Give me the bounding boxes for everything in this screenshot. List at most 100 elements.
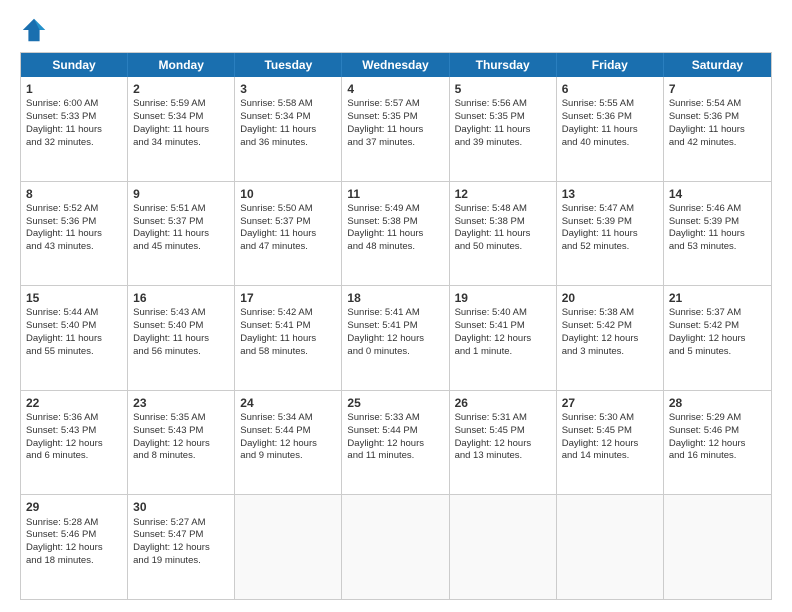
day-info-line: Sunset: 5:45 PM bbox=[562, 425, 658, 438]
day-info-line: Sunset: 5:37 PM bbox=[133, 216, 229, 229]
page: SundayMondayTuesdayWednesdayThursdayFrid… bbox=[0, 0, 792, 612]
day-info-line: Sunrise: 5:40 AM bbox=[455, 307, 551, 320]
day-number: 18 bbox=[347, 290, 443, 306]
day-cell-21: 21Sunrise: 5:37 AMSunset: 5:42 PMDayligh… bbox=[664, 286, 771, 390]
day-info-line: and 6 minutes. bbox=[26, 450, 122, 463]
day-info-line: and 37 minutes. bbox=[347, 137, 443, 150]
day-cell-9: 9Sunrise: 5:51 AMSunset: 5:37 PMDaylight… bbox=[128, 182, 235, 286]
day-info-line: and 34 minutes. bbox=[133, 137, 229, 150]
day-info-line: Sunset: 5:43 PM bbox=[133, 425, 229, 438]
calendar-row-3: 15Sunrise: 5:44 AMSunset: 5:40 PMDayligh… bbox=[21, 285, 771, 390]
calendar-row-5: 29Sunrise: 5:28 AMSunset: 5:46 PMDayligh… bbox=[21, 494, 771, 599]
day-info-line: Daylight: 12 hours bbox=[26, 542, 122, 555]
calendar-row-1: 1Sunrise: 6:00 AMSunset: 5:33 PMDaylight… bbox=[21, 77, 771, 181]
day-info-line: Sunrise: 5:30 AM bbox=[562, 412, 658, 425]
day-info-line: and 14 minutes. bbox=[562, 450, 658, 463]
day-info-line: Sunrise: 5:54 AM bbox=[669, 98, 766, 111]
day-cell-13: 13Sunrise: 5:47 AMSunset: 5:39 PMDayligh… bbox=[557, 182, 664, 286]
day-info-line: and 19 minutes. bbox=[133, 555, 229, 568]
day-info-line: and 39 minutes. bbox=[455, 137, 551, 150]
day-cell-6: 6Sunrise: 5:55 AMSunset: 5:36 PMDaylight… bbox=[557, 77, 664, 181]
header-day-tuesday: Tuesday bbox=[235, 53, 342, 77]
day-info-line: Sunset: 5:39 PM bbox=[562, 216, 658, 229]
day-info-line: Sunset: 5:44 PM bbox=[240, 425, 336, 438]
day-info-line: and 50 minutes. bbox=[455, 241, 551, 254]
day-info-line: Daylight: 11 hours bbox=[26, 228, 122, 241]
day-number: 2 bbox=[133, 81, 229, 97]
day-cell-24: 24Sunrise: 5:34 AMSunset: 5:44 PMDayligh… bbox=[235, 391, 342, 495]
day-cell-7: 7Sunrise: 5:54 AMSunset: 5:36 PMDaylight… bbox=[664, 77, 771, 181]
day-number: 3 bbox=[240, 81, 336, 97]
day-info-line: Sunset: 5:34 PM bbox=[240, 111, 336, 124]
day-cell-8: 8Sunrise: 5:52 AMSunset: 5:36 PMDaylight… bbox=[21, 182, 128, 286]
header-day-sunday: Sunday bbox=[21, 53, 128, 77]
day-info-line: and 11 minutes. bbox=[347, 450, 443, 463]
day-info-line: Sunset: 5:35 PM bbox=[347, 111, 443, 124]
day-cell-30: 30Sunrise: 5:27 AMSunset: 5:47 PMDayligh… bbox=[128, 495, 235, 599]
day-info-line: Daylight: 11 hours bbox=[455, 124, 551, 137]
day-info-line: Sunset: 5:41 PM bbox=[347, 320, 443, 333]
day-info-line: Sunrise: 5:38 AM bbox=[562, 307, 658, 320]
day-info-line: and 13 minutes. bbox=[455, 450, 551, 463]
day-number: 16 bbox=[133, 290, 229, 306]
day-info-line: Daylight: 12 hours bbox=[347, 438, 443, 451]
day-info-line: Sunset: 5:37 PM bbox=[240, 216, 336, 229]
day-number: 20 bbox=[562, 290, 658, 306]
day-info-line: Daylight: 12 hours bbox=[669, 438, 766, 451]
day-cell-3: 3Sunrise: 5:58 AMSunset: 5:34 PMDaylight… bbox=[235, 77, 342, 181]
day-number: 10 bbox=[240, 186, 336, 202]
day-info-line: Daylight: 11 hours bbox=[347, 228, 443, 241]
day-info-line: Sunset: 5:41 PM bbox=[240, 320, 336, 333]
day-info-line: Sunrise: 5:29 AM bbox=[669, 412, 766, 425]
header-day-thursday: Thursday bbox=[450, 53, 557, 77]
day-cell-28: 28Sunrise: 5:29 AMSunset: 5:46 PMDayligh… bbox=[664, 391, 771, 495]
day-info-line: Sunrise: 5:47 AM bbox=[562, 203, 658, 216]
day-info-line: Sunrise: 5:27 AM bbox=[133, 517, 229, 530]
header bbox=[20, 16, 772, 44]
day-info-line: Sunrise: 5:33 AM bbox=[347, 412, 443, 425]
day-info-line: and 32 minutes. bbox=[26, 137, 122, 150]
day-info-line: Sunrise: 5:58 AM bbox=[240, 98, 336, 111]
day-cell-22: 22Sunrise: 5:36 AMSunset: 5:43 PMDayligh… bbox=[21, 391, 128, 495]
day-info-line: Daylight: 12 hours bbox=[669, 333, 766, 346]
day-info-line: Sunset: 5:42 PM bbox=[669, 320, 766, 333]
header-day-friday: Friday bbox=[557, 53, 664, 77]
day-info-line: Sunrise: 5:34 AM bbox=[240, 412, 336, 425]
day-info-line: Sunset: 5:46 PM bbox=[669, 425, 766, 438]
logo bbox=[20, 16, 52, 44]
day-cell-2: 2Sunrise: 5:59 AMSunset: 5:34 PMDaylight… bbox=[128, 77, 235, 181]
day-info-line: Sunset: 5:35 PM bbox=[455, 111, 551, 124]
day-info-line: and 8 minutes. bbox=[133, 450, 229, 463]
day-info-line: Daylight: 12 hours bbox=[347, 333, 443, 346]
day-cell-empty bbox=[557, 495, 664, 599]
day-info-line: and 36 minutes. bbox=[240, 137, 336, 150]
day-info-line: Daylight: 11 hours bbox=[240, 333, 336, 346]
day-cell-15: 15Sunrise: 5:44 AMSunset: 5:40 PMDayligh… bbox=[21, 286, 128, 390]
day-info-line: and 3 minutes. bbox=[562, 346, 658, 359]
day-info-line: and 43 minutes. bbox=[26, 241, 122, 254]
day-info-line: and 47 minutes. bbox=[240, 241, 336, 254]
day-cell-17: 17Sunrise: 5:42 AMSunset: 5:41 PMDayligh… bbox=[235, 286, 342, 390]
day-cell-1: 1Sunrise: 6:00 AMSunset: 5:33 PMDaylight… bbox=[21, 77, 128, 181]
day-number: 7 bbox=[669, 81, 766, 97]
day-number: 14 bbox=[669, 186, 766, 202]
day-cell-10: 10Sunrise: 5:50 AMSunset: 5:37 PMDayligh… bbox=[235, 182, 342, 286]
day-number: 21 bbox=[669, 290, 766, 306]
day-number: 27 bbox=[562, 395, 658, 411]
day-cell-14: 14Sunrise: 5:46 AMSunset: 5:39 PMDayligh… bbox=[664, 182, 771, 286]
day-info-line: Sunrise: 5:31 AM bbox=[455, 412, 551, 425]
day-number: 26 bbox=[455, 395, 551, 411]
day-info-line: Daylight: 11 hours bbox=[562, 228, 658, 241]
day-number: 25 bbox=[347, 395, 443, 411]
day-number: 11 bbox=[347, 186, 443, 202]
day-cell-12: 12Sunrise: 5:48 AMSunset: 5:38 PMDayligh… bbox=[450, 182, 557, 286]
day-info-line: Sunrise: 5:52 AM bbox=[26, 203, 122, 216]
day-info-line: and 58 minutes. bbox=[240, 346, 336, 359]
day-info-line: Daylight: 12 hours bbox=[562, 333, 658, 346]
day-cell-11: 11Sunrise: 5:49 AMSunset: 5:38 PMDayligh… bbox=[342, 182, 449, 286]
header-day-monday: Monday bbox=[128, 53, 235, 77]
day-number: 12 bbox=[455, 186, 551, 202]
day-cell-19: 19Sunrise: 5:40 AMSunset: 5:41 PMDayligh… bbox=[450, 286, 557, 390]
day-info-line: Sunrise: 5:28 AM bbox=[26, 517, 122, 530]
day-info-line: Sunrise: 5:50 AM bbox=[240, 203, 336, 216]
